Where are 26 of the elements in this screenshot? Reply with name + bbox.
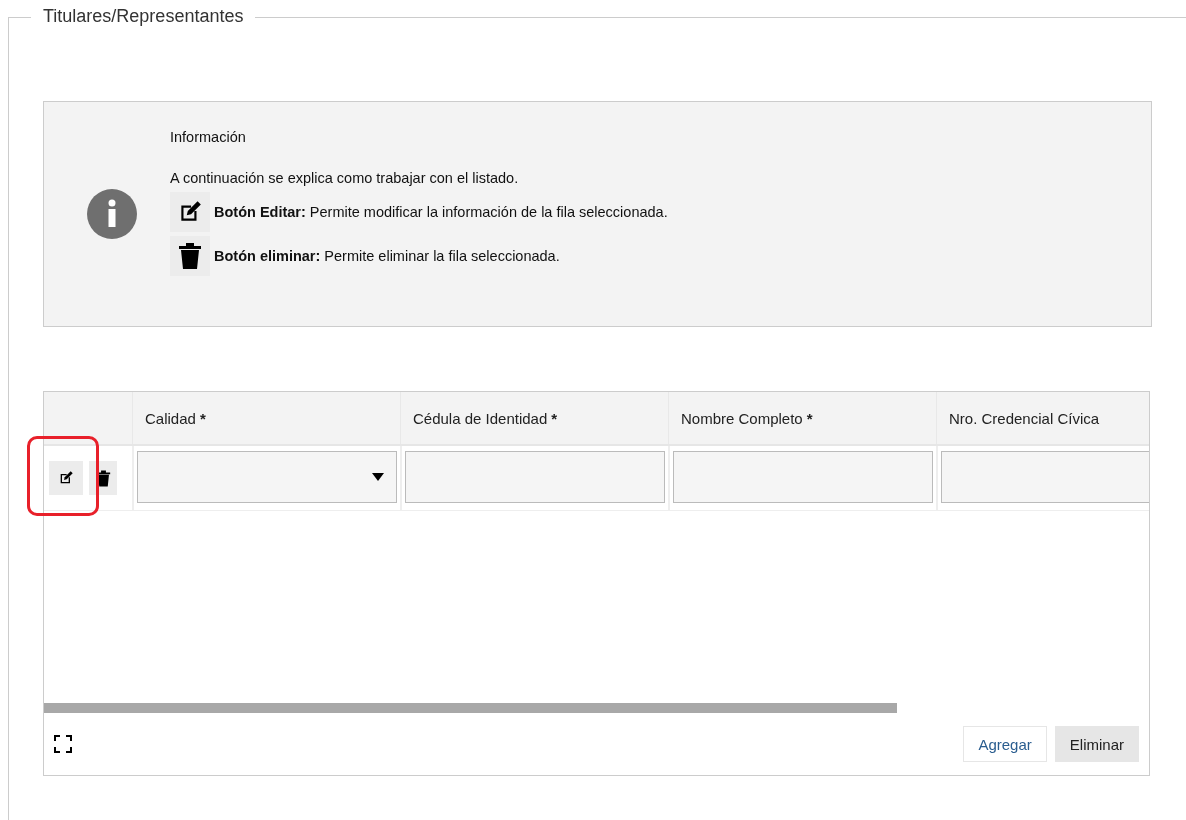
section-legend: Titulares/Representantes [31,6,256,27]
edit-button[interactable] [49,461,83,495]
required-mark: * [806,409,813,427]
fullscreen-icon[interactable] [54,735,72,753]
info-title: Información [170,129,247,145]
delete-button[interactable]: Eliminar [1054,726,1139,762]
input-field[interactable] [405,451,665,503]
add-button[interactable]: Agregar [963,726,1047,762]
horizontal-scrollbar[interactable] [44,703,897,713]
edit-icon [58,470,74,486]
column-label: Cédula de Identidad [413,409,548,427]
info-text: A continuación se explica como trabajar con el listado. [170,170,520,186]
input-field[interactable] [941,451,1149,503]
dropdown-caret-icon [372,473,384,481]
column-label: Calidad [145,409,196,427]
required-mark: * [199,409,206,427]
input-field[interactable] [673,451,933,503]
info-icon [87,189,137,239]
info-text: Botón eliminar: Permite eliminar la fila seleccionada. [214,248,560,264]
delete-button[interactable] [89,461,117,495]
column-label: Nombre Completo [681,409,803,427]
info-text: Botón Editar: Permite modificar la información de la fila seleccionada. [214,204,668,220]
column-label: Nro. Credencial Cívica [949,409,1100,427]
select-field[interactable] [137,451,397,503]
trash-icon [178,242,202,270]
required-mark: * [551,409,558,427]
